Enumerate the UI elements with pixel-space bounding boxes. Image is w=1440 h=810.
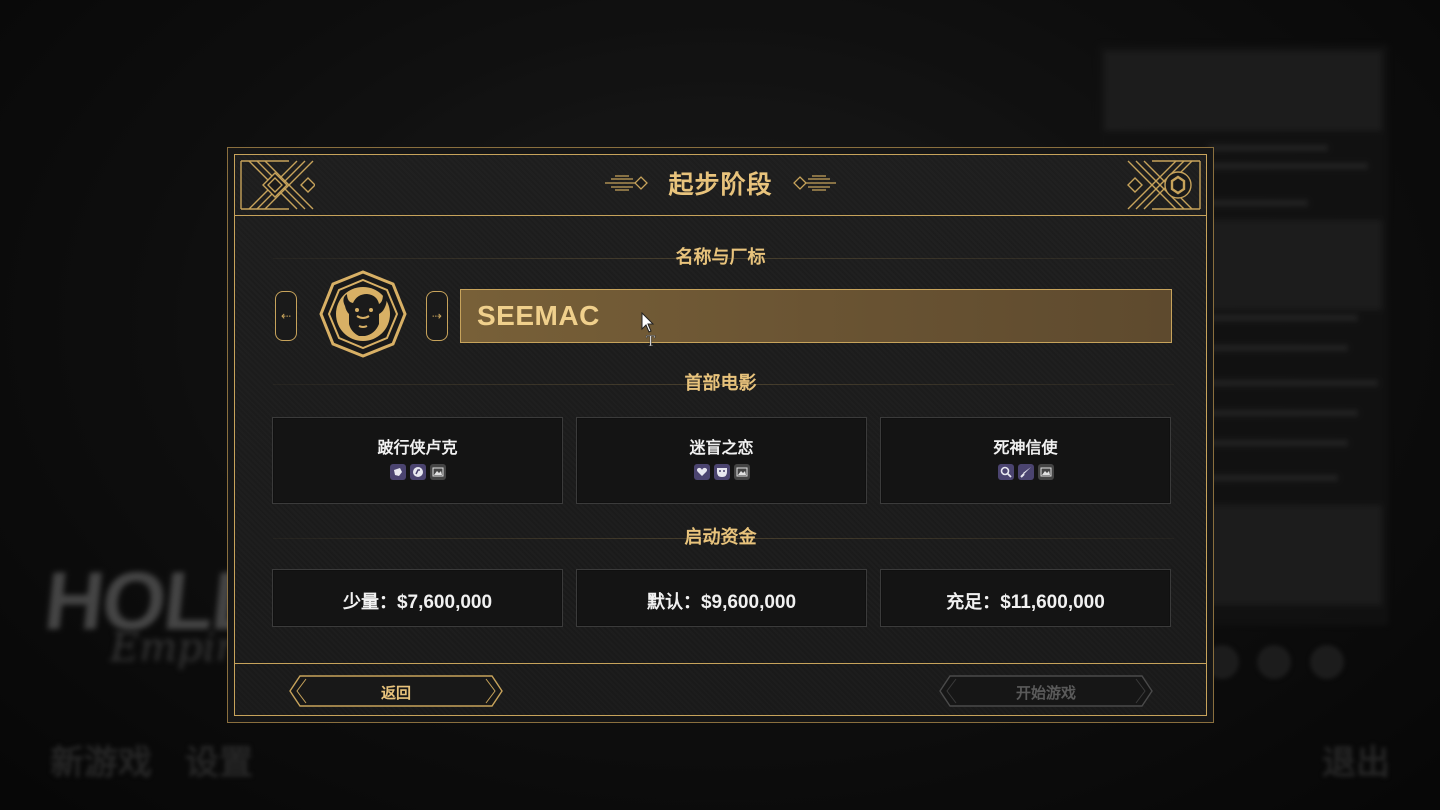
name-logo-section-label: 名称与厂标: [675, 247, 766, 268]
title-ornament-left-icon: [605, 175, 649, 191]
svg-text:T: T: [646, 334, 656, 350]
first-movie-section-label: 首部电影: [684, 373, 757, 394]
adventure-icon: [409, 464, 426, 480]
dialog-frame: 起步阶段 名称与厂标 ⇠ ⇢ SEEMAC 首部电影 跛行侠卢克 迷盲之恋 死神…: [234, 154, 1207, 716]
funding-option-default[interactable]: 默认：$9,600,000: [576, 569, 867, 627]
movie-option-1[interactable]: 迷盲之恋: [576, 417, 867, 504]
section-divider: [273, 384, 1174, 385]
section-divider: [273, 538, 1174, 539]
corner-ornament-right-icon: [1127, 160, 1201, 210]
footer-divider: [235, 663, 1206, 664]
dialog-title-row: 起步阶段: [235, 165, 1206, 205]
movie-genres: [881, 464, 1170, 480]
funding-section-label: 启动资金: [684, 527, 757, 548]
funding-text: 少量：$7,600,000: [342, 592, 493, 613]
section-divider: [273, 258, 1174, 259]
arrow-left-icon: ⇠: [280, 309, 292, 323]
start-game-button-label: 开始游戏: [1015, 684, 1076, 702]
western-icon: [389, 464, 406, 480]
funding-text: 充足：$11,600,000: [946, 592, 1105, 613]
funding-option-high[interactable]: 充足：$11,600,000: [880, 569, 1171, 627]
title-ornament-right-icon: [792, 175, 836, 191]
dialog-title: 起步阶段: [668, 170, 773, 199]
funding-option-low[interactable]: 少量：$7,600,000: [272, 569, 563, 627]
movie-title: 迷盲之恋: [689, 438, 754, 457]
back-button-label: 返回: [380, 684, 411, 702]
bison-head-icon[interactable]: [319, 270, 407, 358]
picture-icon: [429, 464, 446, 480]
movie-title: 死神信使: [993, 438, 1058, 457]
picture-icon: [733, 464, 750, 480]
knife-icon: [1017, 464, 1034, 480]
studio-name-input[interactable]: [460, 289, 1172, 343]
movie-option-0[interactable]: 跛行侠卢克: [272, 417, 563, 504]
previous-logo-button[interactable]: ⇠: [275, 291, 297, 341]
drama-mask-icon: [713, 464, 730, 480]
dialog-header: 起步阶段: [235, 155, 1206, 216]
movie-genres: [273, 464, 562, 480]
next-logo-button[interactable]: ⇢: [426, 291, 448, 341]
movie-title: 跛行侠卢克: [377, 438, 458, 457]
new-game-dialog: 起步阶段 名称与厂标 ⇠ ⇢ SEEMAC 首部电影 跛行侠卢克 迷盲之恋 死神…: [227, 147, 1214, 723]
heart-icon: [693, 464, 710, 480]
arrow-right-icon: ⇢: [431, 309, 443, 323]
movie-option-2[interactable]: 死神信使: [880, 417, 1171, 504]
start-game-button[interactable]: 开始游戏: [938, 675, 1154, 707]
magnifier-icon: [997, 464, 1014, 480]
movie-genres: [577, 464, 866, 480]
picture-icon: [1037, 464, 1054, 480]
back-button[interactable]: 返回: [288, 675, 504, 707]
funding-text: 默认：$9,600,000: [646, 592, 797, 613]
mouse-pointer-icon: T: [641, 312, 656, 350]
